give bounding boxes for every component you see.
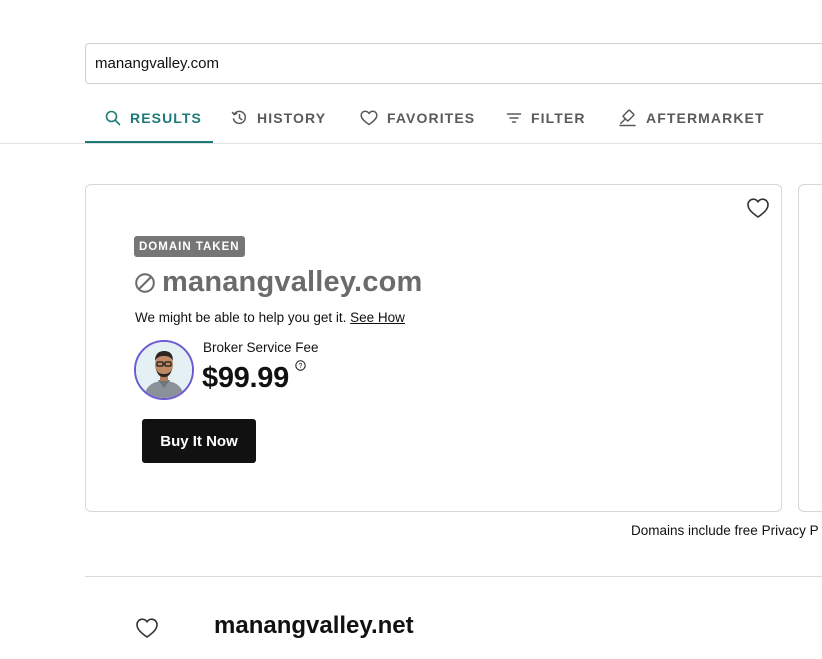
search-input[interactable] <box>95 44 795 83</box>
filter-icon <box>506 113 522 123</box>
tab-history-label: HISTORY <box>257 110 327 126</box>
result-domain-name[interactable]: manangvalley.net <box>214 612 414 640</box>
broker-fee-label: Broker Service Fee <box>203 340 319 355</box>
search-box[interactable] <box>85 43 822 84</box>
domain-taken-badge: DOMAIN TAKEN <box>134 236 245 257</box>
help-text: We might be able to help you get it. See… <box>135 310 405 325</box>
heart-icon <box>747 198 769 218</box>
help-text-label: We might be able to help you get it. <box>135 310 347 325</box>
tab-results[interactable]: RESULTS <box>105 94 202 142</box>
privacy-note: Domains include free Privacy P <box>631 523 819 538</box>
tab-favorites[interactable]: FAVORITES <box>360 94 475 142</box>
broker-avatar <box>134 340 194 400</box>
tab-favorites-label: FAVORITES <box>387 110 476 126</box>
domain-title-row: manangvalley.com <box>134 266 423 299</box>
next-card-edge <box>798 184 822 512</box>
tab-filter[interactable]: FILTER <box>506 94 586 142</box>
tab-filter-label: FILTER <box>531 110 586 126</box>
heart-icon <box>360 110 378 126</box>
tab-history[interactable]: HISTORY <box>231 94 326 142</box>
favorite-button-net[interactable] <box>135 617 159 639</box>
info-icon[interactable]: ? <box>295 358 306 371</box>
tab-bar: RESULTS HISTORY FAVORITES FILTER AFTERMA… <box>85 94 822 144</box>
svg-text:?: ? <box>299 363 303 370</box>
results-divider <box>85 576 822 577</box>
domain-name: manangvalley.com <box>162 266 423 298</box>
unavailable-icon <box>135 272 155 293</box>
tabs-divider <box>0 143 822 144</box>
gavel-icon <box>619 109 636 127</box>
buy-it-now-button[interactable]: Buy It Now <box>142 419 256 463</box>
heart-icon <box>136 618 158 638</box>
tab-aftermarket-label: AFTERMARKET <box>646 110 765 126</box>
broker-photo <box>136 342 192 398</box>
tab-results-label: RESULTS <box>130 110 202 126</box>
domain-search-page: RESULTS HISTORY FAVORITES FILTER <box>0 0 822 659</box>
broker-fee-price: $99.99 <box>202 362 289 394</box>
search-icon <box>105 110 121 126</box>
favorite-button[interactable] <box>746 197 770 219</box>
see-how-link[interactable]: See How <box>350 310 405 325</box>
tab-aftermarket[interactable]: AFTERMARKET <box>619 94 765 142</box>
history-icon <box>231 110 247 125</box>
